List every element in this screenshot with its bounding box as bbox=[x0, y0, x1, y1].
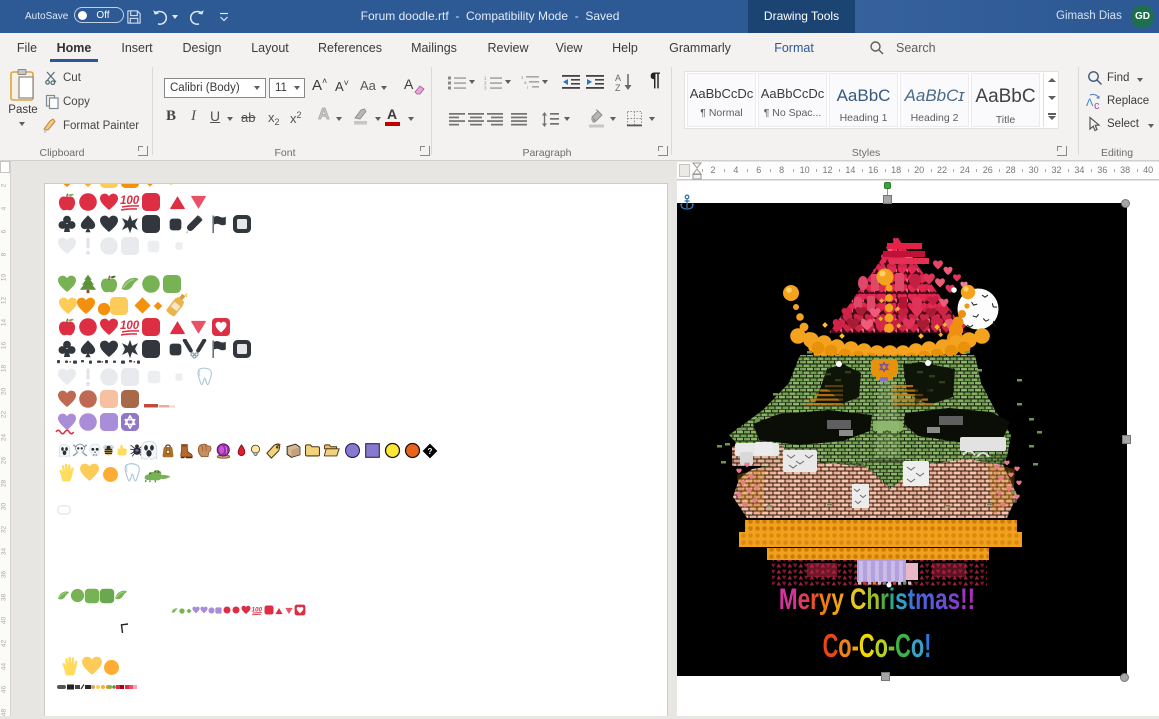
svg-text:Z: Z bbox=[615, 83, 621, 92]
svg-text:3: 3 bbox=[484, 86, 487, 90]
svg-text:Meryy Christmas!!: Meryy Christmas!! bbox=[779, 582, 975, 616]
svg-text:i: i bbox=[527, 85, 528, 90]
svg-text:c: c bbox=[1094, 100, 1100, 110]
svg-text:Co-Co-Co!: Co-Co-Co! bbox=[823, 627, 932, 664]
svg-text:A: A bbox=[615, 73, 621, 83]
svg-text:Ʌ: Ʌ bbox=[1086, 97, 1094, 109]
